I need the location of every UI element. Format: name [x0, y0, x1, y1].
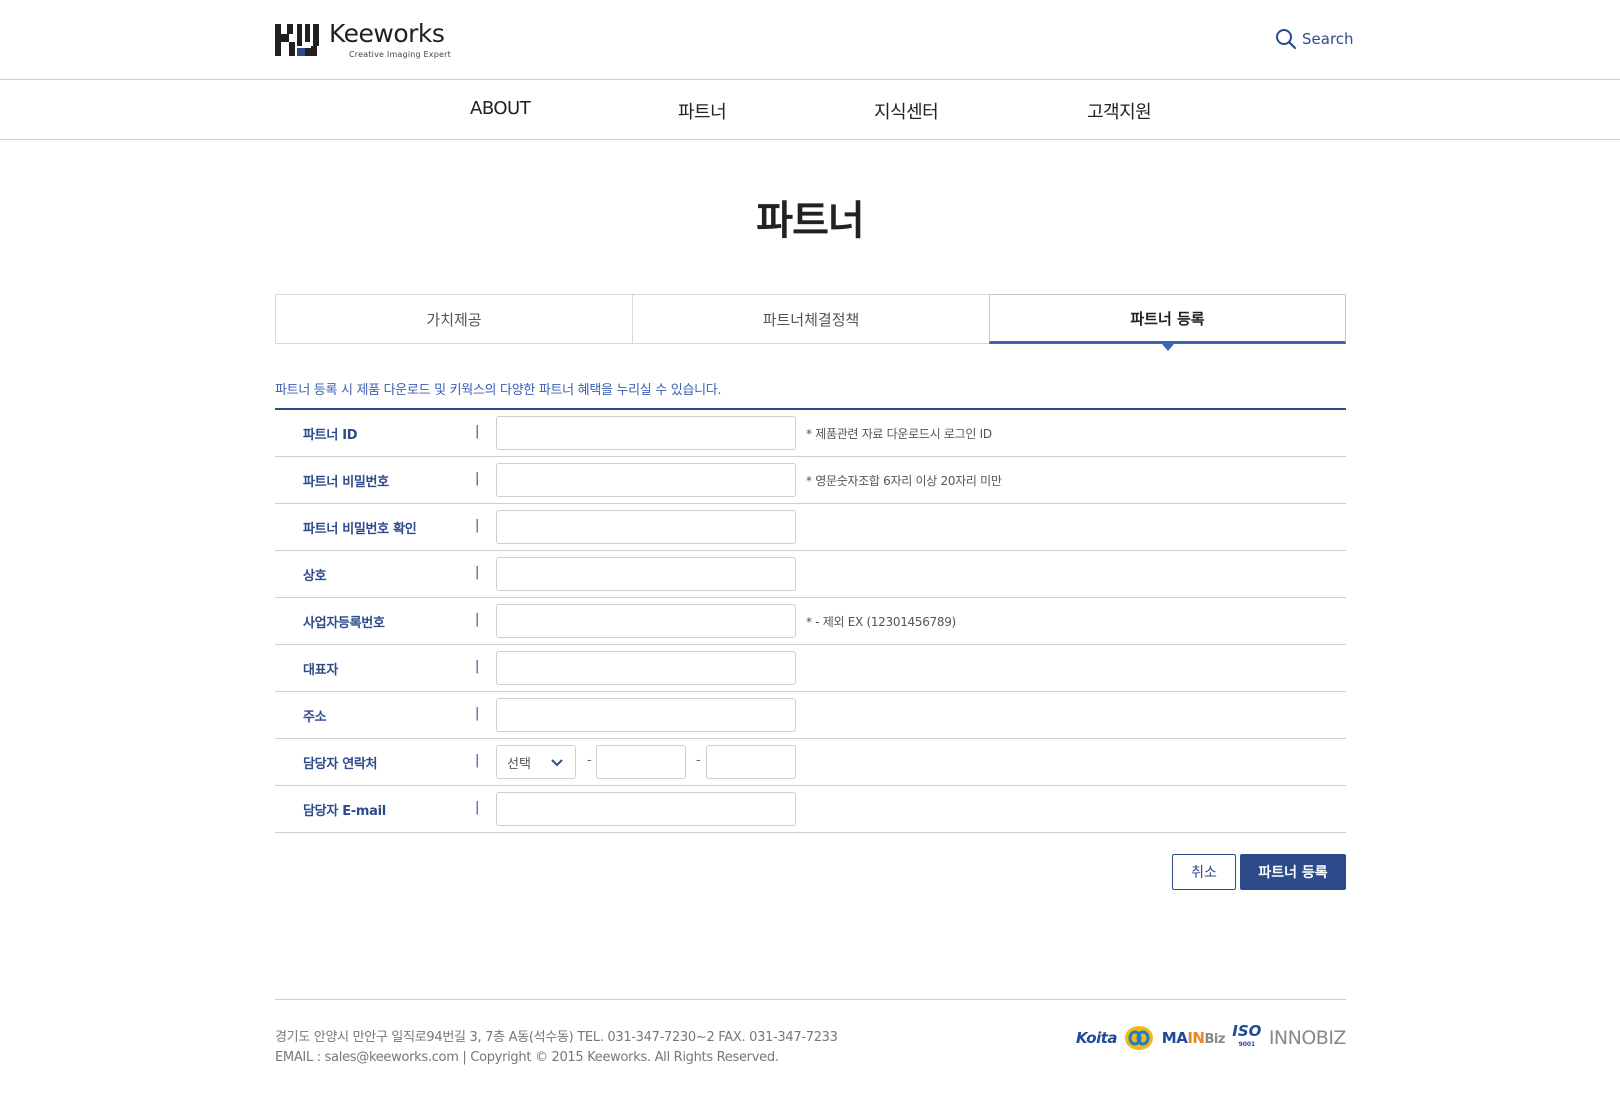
tab-label: 가치제공 [426, 310, 482, 329]
form-row-password-confirm: 파트너 비밀번호 확인 | [275, 504, 1346, 551]
top-header: Keeworks Creative Imaging Expert Search [0, 0, 1620, 80]
phone-middle-input[interactable] [596, 745, 686, 779]
mainbiz-biz-text: Biz [1204, 1032, 1225, 1047]
form-row-company-name: 상호 | [275, 551, 1346, 598]
footer-info: 경기도 안양시 만안구 일직로94번길 3, 7층 A동(석수동) TEL. 0… [275, 1028, 838, 1068]
innobiz-logo: INNOBIZ [1268, 1027, 1347, 1049]
tab-partner-policy[interactable]: 파트너체결정책 [632, 294, 989, 344]
field-label: 담당자 연락처 [303, 757, 378, 772]
field-separator: | [475, 800, 480, 815]
search-button[interactable]: Search [1275, 28, 1354, 50]
logo-mark-icon [275, 20, 323, 57]
certification-logos: Koita MAINBiz ISO 9001 INNOBIZ [1076, 1018, 1346, 1058]
field-separator: | [475, 471, 480, 486]
field-separator: | [475, 706, 480, 721]
company-name-input[interactable] [496, 557, 796, 591]
field-label: 파트너 비밀번호 확인 [303, 522, 417, 537]
cancel-button[interactable]: 취소 [1172, 854, 1236, 890]
keeworks-logo[interactable]: Keeworks Creative Imaging Expert [275, 20, 451, 60]
nav-item-partner[interactable]: 파트너 [678, 98, 727, 124]
partner-registration-form: 파트너 ID | * 제품관련 자료 다운로드시 로그인 ID 파트너 비밀번호… [275, 408, 1346, 833]
password-input[interactable] [496, 463, 796, 497]
partner-register-button[interactable]: 파트너 등록 [1240, 854, 1346, 890]
iso-number: 9001 [1238, 1041, 1256, 1048]
mainbiz-in-text: IN [1187, 1029, 1205, 1047]
logo-name: Keeworks [329, 19, 445, 48]
iso-logo: ISO 9001 [1232, 1024, 1261, 1052]
address-input[interactable] [496, 698, 796, 732]
iso-text: ISO [1232, 1022, 1262, 1040]
main-nav: ABOUT 파트너 지식센터 고객지원 [0, 80, 1620, 140]
logo-tagline: Creative Imaging Expert [349, 50, 451, 59]
form-row-password: 파트너 비밀번호 | * 영문숫자조합 6자리 이상 20자리 미만 [275, 457, 1346, 504]
footer-copyright: EMAIL : sales@keeworks.com | Copyright ©… [275, 1050, 779, 1065]
representative-input[interactable] [496, 651, 796, 685]
field-label: 주소 [303, 710, 327, 725]
phone-prefix-select[interactable]: 선택 [496, 745, 576, 779]
tab-value-offer[interactable]: 가치제공 [275, 294, 632, 344]
partner-id-input[interactable] [496, 416, 796, 450]
phone-last-input[interactable] [706, 745, 796, 779]
field-separator: | [475, 612, 480, 627]
chevron-down-icon [551, 759, 563, 767]
nav-item-about[interactable]: ABOUT [470, 98, 531, 119]
form-row-address: 주소 | [275, 692, 1346, 739]
footer-divider [275, 999, 1346, 1000]
venture-logo-icon [1125, 1026, 1154, 1050]
field-separator: | [475, 518, 480, 533]
field-separator: | [475, 753, 480, 768]
field-separator: | [475, 659, 480, 674]
tab-label: 파트너체결정책 [762, 310, 860, 329]
phone-prefix-value: 선택 [507, 756, 531, 772]
field-label: 파트너 ID [303, 428, 358, 443]
search-label: Search [1302, 30, 1354, 48]
sub-tabs: 가치제공 파트너체결정책 파트너 등록 [275, 294, 1346, 351]
field-label: 상호 [303, 569, 327, 584]
form-row-contact-phone: 담당자 연락처 | 선택 - - [275, 739, 1346, 786]
field-label: 파트너 비밀번호 [303, 475, 389, 490]
mainbiz-main-text: MA [1161, 1029, 1188, 1047]
field-note: * - 제외 EX (12301456789) [806, 615, 956, 629]
field-label: 사업자등록번호 [303, 616, 385, 631]
form-row-representative: 대표자 | [275, 645, 1346, 692]
form-row-contact-email: 담당자 E-mail | [275, 786, 1346, 833]
phone-dash: - [696, 753, 701, 768]
field-separator: | [475, 424, 480, 439]
form-row-partner-id: 파트너 ID | * 제품관련 자료 다운로드시 로그인 ID [275, 410, 1346, 457]
email-input[interactable] [496, 792, 796, 826]
field-note: * 영문숫자조합 6자리 이상 20자리 미만 [806, 474, 1002, 488]
field-note: * 제품관련 자료 다운로드시 로그인 ID [806, 427, 992, 441]
mainbiz-logo: MAINBiz [1161, 1029, 1226, 1047]
footer-address: 경기도 안양시 만안구 일직로94번길 3, 7층 A동(석수동) TEL. 0… [275, 1030, 838, 1045]
phone-dash: - [587, 753, 592, 768]
nav-item-knowledge-center[interactable]: 지식센터 [874, 98, 939, 124]
tab-partner-registration[interactable]: 파트너 등록 [989, 294, 1346, 351]
password-confirm-input[interactable] [496, 510, 796, 544]
form-row-business-number: 사업자등록번호 | * - 제외 EX (12301456789) [275, 598, 1346, 645]
search-icon [1276, 29, 1297, 50]
field-label: 담당자 E-mail [303, 804, 386, 819]
business-number-input[interactable] [496, 604, 796, 638]
tab-label: 파트너 등록 [1130, 309, 1205, 328]
active-tab-arrow-icon [1161, 344, 1174, 351]
field-label: 대표자 [303, 663, 338, 678]
page-title: 파트너 [756, 198, 864, 244]
koita-logo: Koita [1076, 1029, 1118, 1047]
intro-text: 파트너 등록 시 제품 다운로드 및 키웍스의 다양한 파트너 혜택을 누리실 … [275, 383, 722, 398]
nav-item-customer-support[interactable]: 고객지원 [1087, 98, 1152, 124]
field-separator: | [475, 565, 480, 580]
